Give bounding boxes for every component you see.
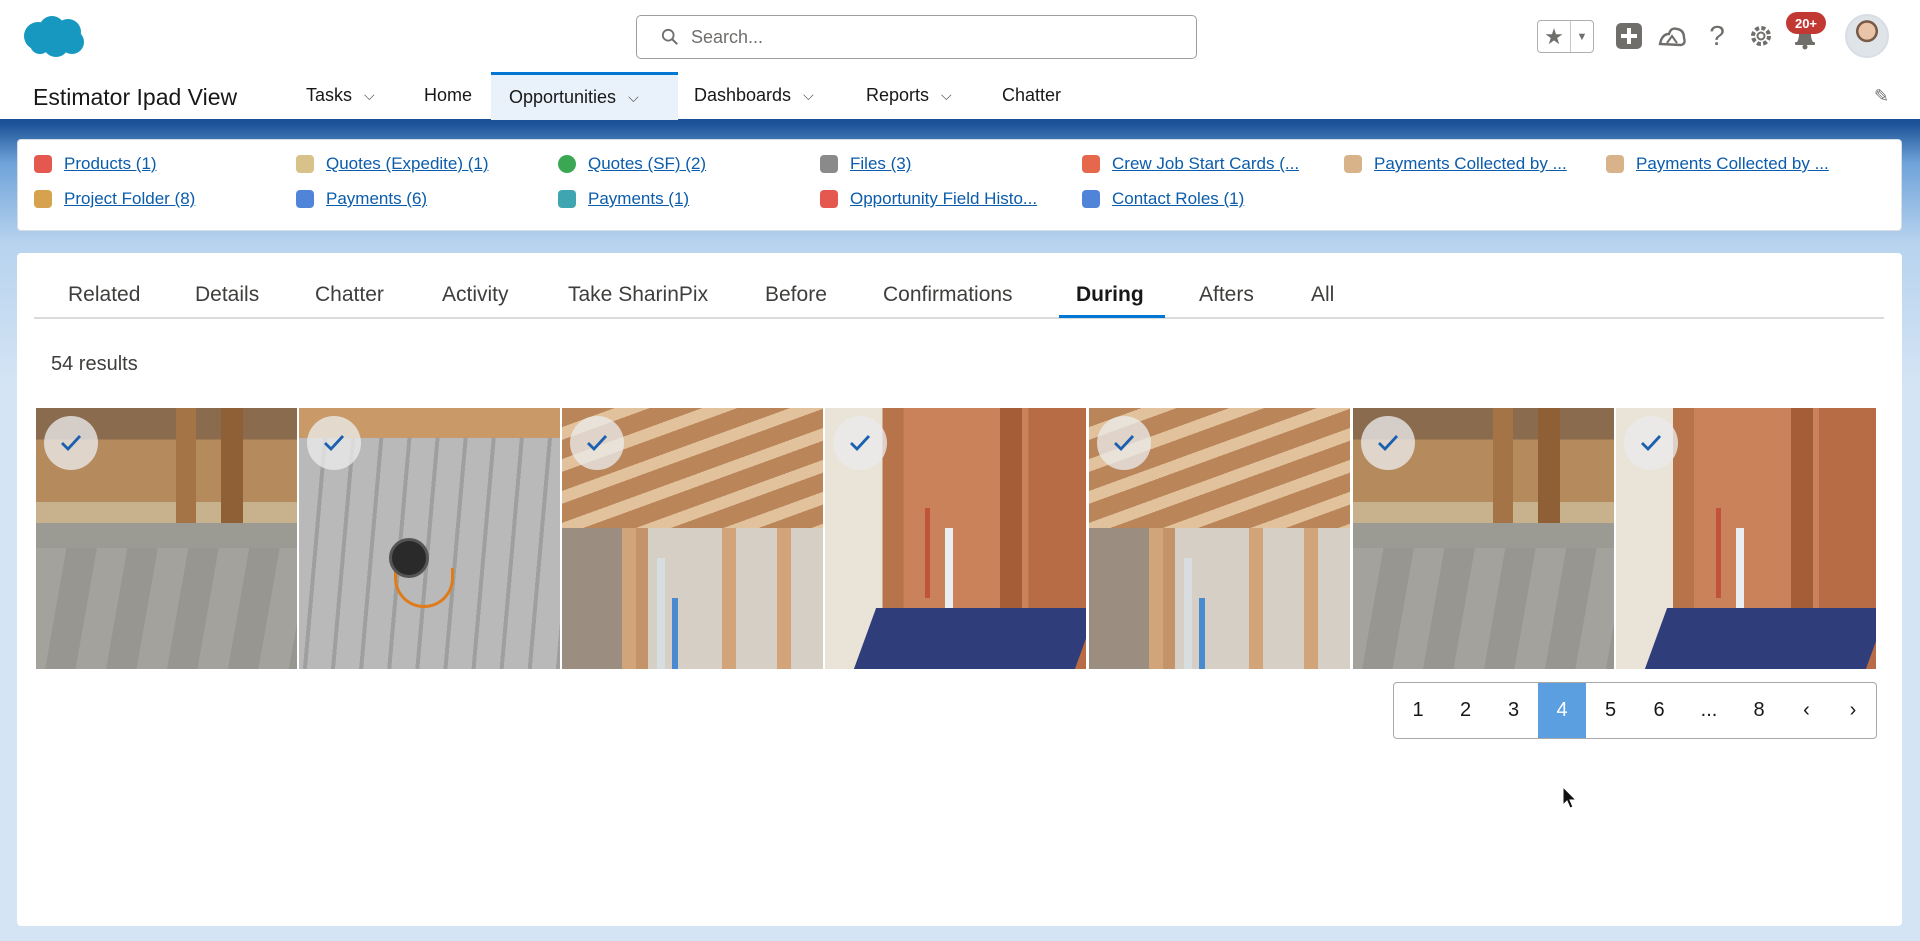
page-3-button[interactable]: 3 (1489, 683, 1538, 738)
notification-count-badge: 20+ (1786, 12, 1826, 34)
tab-during[interactable]: During (1076, 273, 1144, 319)
checkmark-icon[interactable] (44, 416, 98, 470)
payments-collected-icon (1606, 155, 1624, 173)
payments-star-icon (296, 190, 314, 208)
chevron-down-icon[interactable]: ⌵ (364, 87, 375, 104)
favorites-button-group: ★ ▼ (1537, 20, 1594, 53)
related-link-project-folder[interactable]: Project Folder (8) (34, 189, 195, 209)
nav-item-label: Opportunities (509, 87, 617, 107)
related-link-payments-collected-1[interactable]: Payments Collected by ... (1344, 154, 1567, 174)
photo-thumbnail[interactable] (562, 408, 823, 669)
favorites-dropdown-icon[interactable]: ▼ (1571, 31, 1593, 43)
checkmark-icon[interactable] (1624, 416, 1678, 470)
tab-before[interactable]: Before (765, 273, 827, 319)
checkmark-icon[interactable] (1361, 416, 1415, 470)
checkmark-icon[interactable] (833, 416, 887, 470)
checkmark-icon[interactable] (307, 416, 361, 470)
tab-afters[interactable]: Afters (1199, 273, 1254, 319)
search-input[interactable] (691, 26, 1171, 48)
record-detail-card: Related Details Chatter Activity Take Sh… (17, 253, 1902, 926)
related-link-files[interactable]: Files (3) (820, 154, 911, 174)
nav-item-label: Tasks (306, 85, 353, 105)
setup-gear-icon[interactable] (1743, 18, 1779, 54)
products-icon (34, 155, 52, 173)
chevron-down-icon[interactable]: ⌵ (803, 87, 814, 104)
nav-item-label: Reports (866, 85, 930, 105)
photo-thumbnail[interactable] (1353, 408, 1614, 669)
photo-thumbnail[interactable] (299, 408, 560, 669)
photo-thumbnail[interactable] (36, 408, 297, 669)
nav-item-home[interactable]: Home (406, 72, 490, 119)
record-tabs: Related Details Chatter Activity Take Sh… (34, 273, 1884, 319)
global-search[interactable] (636, 15, 1197, 59)
pagination: 1 2 3 4 5 6 ... 8 ‹ › (1393, 682, 1877, 739)
related-link-payments-collected-2[interactable]: Payments Collected by ... (1606, 154, 1829, 174)
search-icon (661, 28, 678, 45)
chevron-down-icon[interactable]: ⌵ (628, 89, 639, 106)
quotes-icon (296, 155, 314, 173)
page-ellipsis: ... (1700, 699, 1718, 721)
previous-page-button[interactable]: ‹ (1783, 683, 1830, 738)
page-8-button[interactable]: 8 (1735, 683, 1783, 738)
related-link-quotes-expedite[interactable]: Quotes (Expedite) (1) (296, 154, 489, 174)
related-link-contact-roles[interactable]: Contact Roles (1) (1082, 189, 1244, 209)
mouse-cursor-icon (1562, 786, 1578, 809)
chevron-down-icon[interactable]: ⌵ (941, 87, 952, 104)
photo-thumbnail[interactable] (1616, 408, 1876, 669)
salesforce-logo-icon[interactable] (20, 12, 88, 60)
tab-take-sharinpix[interactable]: Take SharinPix (568, 273, 708, 319)
nav-item-label: Home (424, 85, 473, 105)
related-link-opportunity-field-history[interactable]: Opportunity Field Histo... (820, 189, 1037, 209)
page-6-button[interactable]: 6 (1635, 683, 1683, 738)
page-2-button[interactable]: 2 (1442, 683, 1489, 738)
related-link-crew-job-start-cards[interactable]: Crew Job Start Cards (... (1082, 154, 1299, 174)
related-link-payments-6[interactable]: Payments (6) (296, 189, 427, 209)
nav-item-label: Dashboards (694, 85, 792, 105)
related-link-quotes-sf[interactable]: Quotes (SF) (2) (558, 154, 706, 174)
results-count: 54 results (51, 353, 138, 375)
tab-all[interactable]: All (1311, 273, 1334, 319)
tab-details[interactable]: Details (195, 273, 259, 319)
page-1-button[interactable]: 1 (1394, 683, 1442, 738)
global-header: ★ ▼ ? 20+ (0, 0, 1920, 72)
payments-collected-icon (1344, 155, 1362, 173)
crown-icon (820, 190, 838, 208)
edit-nav-pencil-icon[interactable]: ✎ (1874, 86, 1889, 107)
checkmark-icon[interactable] (1097, 416, 1151, 470)
checkmark-icon[interactable] (570, 416, 624, 470)
crown-icon (1082, 155, 1100, 173)
nav-item-reports[interactable]: Reports ⌵ (848, 72, 970, 119)
tab-confirmations[interactable]: Confirmations (883, 273, 1013, 319)
related-link-payments-1[interactable]: Payments (1) (558, 189, 689, 209)
page-4-button[interactable]: 4 (1538, 683, 1586, 738)
related-list-quick-links: Products (1) Quotes (Expedite) (1) Quote… (17, 139, 1902, 231)
quotes-sf-icon (558, 155, 576, 173)
app-navigation-bar: Estimator Ipad View Tasks ⌵ Home Opportun… (0, 72, 1920, 123)
page-5-button[interactable]: 5 (1586, 683, 1635, 738)
active-tab-indicator (1059, 315, 1165, 318)
user-avatar[interactable] (1845, 14, 1889, 58)
payments-icon (558, 190, 576, 208)
app-name: Estimator Ipad View (33, 84, 238, 110)
trailhead-icon[interactable] (1654, 18, 1690, 54)
next-page-button[interactable]: › (1830, 683, 1876, 738)
nav-item-chatter[interactable]: Chatter (984, 72, 1079, 119)
photo-thumbnail[interactable] (825, 408, 1086, 669)
contact-icon (1082, 190, 1100, 208)
related-link-products[interactable]: Products (1) (34, 154, 157, 174)
files-icon (820, 155, 838, 173)
folder-icon (34, 190, 52, 208)
favorite-star-icon[interactable]: ★ (1538, 21, 1571, 52)
tab-activity[interactable]: Activity (442, 273, 509, 319)
nav-item-label: Chatter (1002, 85, 1062, 105)
tab-related[interactable]: Related (68, 273, 140, 319)
nav-item-tasks[interactable]: Tasks ⌵ (288, 72, 393, 119)
help-icon[interactable]: ? (1699, 18, 1735, 54)
photo-thumbnail[interactable] (1089, 408, 1350, 669)
nav-item-dashboards[interactable]: Dashboards ⌵ (676, 72, 832, 119)
global-actions-add-icon[interactable] (1611, 18, 1647, 54)
nav-item-opportunities[interactable]: Opportunities ⌵ (491, 72, 678, 120)
tab-chatter[interactable]: Chatter (315, 273, 384, 319)
